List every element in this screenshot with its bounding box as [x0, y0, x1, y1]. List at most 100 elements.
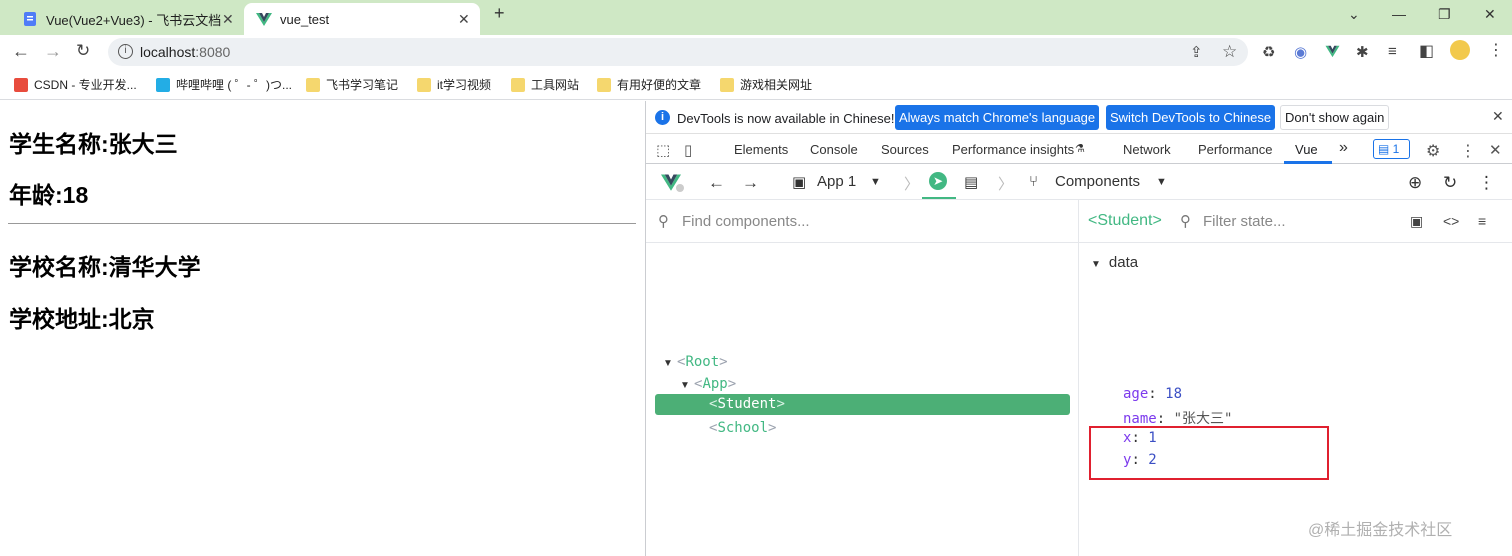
tab-network[interactable]: Network: [1123, 142, 1171, 157]
bookmark-folder-it[interactable]: it学习视频: [417, 76, 491, 93]
folder-icon: [720, 77, 734, 92]
reload-icon[interactable]: ↻: [76, 41, 90, 61]
component-tree-panel: ⚲ Find components... ▼ <Root> ▼ <App> <S…: [646, 200, 1079, 556]
new-tab-button[interactable]: +: [494, 3, 505, 24]
data-section-header[interactable]: ▼ data: [1091, 254, 1138, 271]
browser-tab-strip: Vue(Vue2+Vue3) - 飞书云文档 ✕ vue_test ✕ + ⌄ …: [0, 0, 1512, 35]
timeline-icon[interactable]: ▤: [964, 173, 978, 191]
csdn-icon: [14, 77, 28, 92]
devtools-panel: i DevTools is now available in Chinese! …: [645, 101, 1512, 556]
chevron-down-icon[interactable]: ▼: [870, 176, 881, 188]
site-info-icon[interactable]: i: [118, 44, 133, 59]
tree-node-root[interactable]: <Root>: [677, 354, 728, 370]
extensions-puzzle-icon[interactable]: ✱: [1356, 43, 1369, 61]
devtools-menu-icon[interactable]: ⋮: [1460, 141, 1476, 161]
menu-kebab-icon[interactable]: ⋮: [1488, 40, 1504, 60]
vue-devtools-extension-icon[interactable]: [1325, 44, 1340, 58]
tree-node-student-selected[interactable]: <Student>: [655, 394, 1070, 415]
forward-icon[interactable]: →: [742, 173, 759, 193]
refresh-icon[interactable]: ↻: [1443, 173, 1457, 193]
close-infobar-icon[interactable]: ✕: [1492, 108, 1504, 125]
expand-triangle-icon: ▼: [1091, 259, 1101, 270]
state-inspector-panel: <Student> ⚲ Filter state... ▣ <> ≡ ▼ data…: [1079, 200, 1512, 556]
tree-node-student[interactable]: <Student>: [709, 396, 785, 412]
bookmark-bilibili[interactable]: 哔哩哔哩 ( ゜- ゜)つ...: [156, 76, 292, 93]
find-components-bar[interactable]: ⚲ Find components...: [646, 200, 1079, 243]
bookmark-folder-articles[interactable]: 有用好便的文章: [597, 76, 701, 93]
app-icon: ▣: [792, 174, 807, 191]
school-address-heading: 学校地址:北京: [9, 306, 155, 332]
state-row[interactable]: age: 18: [1123, 386, 1182, 402]
extension-recycle-icon[interactable]: ♻: [1262, 43, 1275, 61]
app-selector[interactable]: App 1: [817, 173, 856, 190]
breadcrumb-separator: 〉: [904, 176, 920, 193]
tab-performance[interactable]: Performance: [1198, 142, 1272, 157]
issues-badge[interactable]: ▤ 1: [1373, 139, 1410, 159]
tab-console[interactable]: Console: [810, 142, 858, 157]
close-devtools-icon[interactable]: ✕: [1489, 141, 1502, 159]
inspect-dom-code-icon[interactable]: <>: [1443, 213, 1459, 229]
switch-chinese-button[interactable]: Switch DevTools to Chinese: [1106, 105, 1276, 130]
bookmark-folder-tools[interactable]: 工具网站: [511, 76, 579, 93]
bookmark-star-icon[interactable]: ☆: [1222, 42, 1237, 62]
search-icon: ⚲: [658, 213, 669, 230]
filter-state-input[interactable]: Filter state...: [1203, 213, 1286, 230]
tab-sources[interactable]: Sources: [881, 142, 929, 157]
select-component-icon[interactable]: ⊕: [1408, 173, 1422, 193]
more-tabs-button[interactable]: »: [1339, 139, 1348, 157]
minimize-icon[interactable]: —: [1392, 6, 1406, 22]
student-age-heading: 年龄:18: [9, 182, 89, 208]
close-window-icon[interactable]: ✕: [1484, 6, 1496, 23]
url-text[interactable]: localhost:8080: [140, 44, 230, 60]
tab-search-icon[interactable]: ⌄: [1348, 6, 1360, 23]
tab-feishu-doc[interactable]: Vue(Vue2+Vue3) - 飞书云文档 ✕: [14, 3, 242, 35]
components-compass-icon[interactable]: ➤: [929, 172, 947, 190]
back-icon[interactable]: ←: [12, 41, 30, 62]
side-panel-icon[interactable]: ◧: [1419, 41, 1434, 61]
browser-toolbar: ← → ↻ i localhost:8080 ⇪ ☆ ♻ ◉ ✱ ≡ ◧ ⋮: [0, 35, 1512, 68]
forward-icon[interactable]: →: [44, 41, 62, 62]
chevron-down-icon[interactable]: ▼: [1156, 176, 1167, 188]
state-row[interactable]: name: "张大三": [1123, 408, 1232, 428]
tab-elements[interactable]: Elements: [734, 142, 788, 157]
back-icon[interactable]: ←: [708, 173, 725, 193]
tab-vue-test[interactable]: vue_test ✕: [244, 3, 480, 35]
bookmark-folder-feishu[interactable]: 飞书学习笔记: [306, 76, 398, 93]
device-toolbar-icon[interactable]: ▯: [684, 141, 692, 159]
vue-menu-icon[interactable]: ⋮: [1478, 173, 1495, 193]
folder-icon: [511, 77, 525, 92]
reading-list-icon[interactable]: ≡: [1388, 43, 1397, 60]
expand-collapse-icon[interactable]: ≡: [1478, 213, 1486, 229]
view-selector[interactable]: Components: [1055, 173, 1140, 190]
infobar-message: DevTools is now available in Chinese!: [677, 111, 895, 126]
connection-status-dot: [676, 184, 684, 192]
search-icon: ⚲: [1180, 213, 1191, 230]
bookmark-csdn[interactable]: CSDN - 专业开发...: [14, 76, 137, 93]
expand-triangle-icon[interactable]: ▼: [680, 380, 690, 391]
address-bar[interactable]: i localhost:8080 ⇪ ☆: [108, 38, 1248, 66]
profile-avatar[interactable]: [1450, 40, 1470, 60]
find-components-input[interactable]: Find components...: [682, 213, 810, 230]
vue-devtools-toolbar: ← → ▣ App 1 ▼ 〉 ➤ ▤ 〉 ⑂ Components ▼ ⊕ ↻…: [646, 164, 1512, 200]
restore-icon[interactable]: ❐: [1438, 6, 1451, 23]
tab-vue[interactable]: Vue: [1295, 142, 1318, 157]
share-icon[interactable]: ⇪: [1190, 43, 1203, 61]
settings-gear-icon[interactable]: ⚙: [1426, 141, 1440, 161]
page-content: 学生名称:张大三 年龄:18 学校名称:清华大学 学校地址:北京: [0, 101, 645, 556]
close-tab-icon[interactable]: ✕: [222, 11, 234, 28]
tree-node-app[interactable]: <App>: [694, 376, 736, 392]
bookmark-folder-games[interactable]: 游戏相关网址: [720, 76, 812, 93]
extension-globe-icon[interactable]: ◉: [1294, 43, 1307, 61]
close-tab-icon[interactable]: ✕: [458, 11, 470, 28]
tree-node-school[interactable]: <School>: [709, 420, 776, 436]
dont-show-again-button[interactable]: Don't show again: [1280, 105, 1390, 130]
folder-icon: [306, 77, 320, 92]
expand-triangle-icon[interactable]: ▼: [663, 358, 673, 369]
tab-performance-insights[interactable]: Performance insights: [952, 142, 1074, 157]
doc-icon: [24, 12, 36, 26]
inspect-element-icon[interactable]: ⬚: [656, 141, 670, 159]
folder-icon: [417, 77, 431, 92]
scroll-to-component-icon[interactable]: ▣: [1410, 213, 1423, 230]
bilibili-icon: [156, 77, 170, 92]
match-language-button[interactable]: Always match Chrome's language: [895, 105, 1100, 130]
